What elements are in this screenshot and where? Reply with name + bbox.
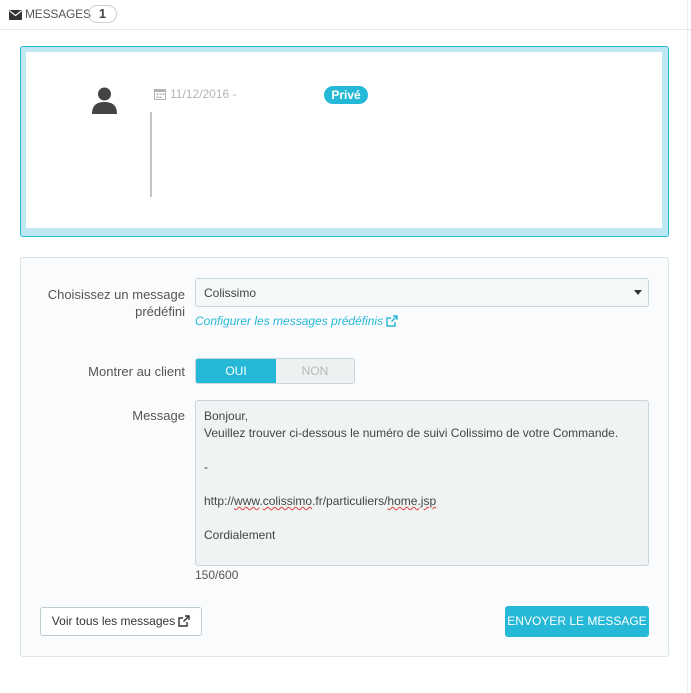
character-counter: 150/600 [195,568,239,582]
message-label: Message [132,408,185,423]
private-badge: Privé [324,86,368,104]
message-date: 11/12/2016 - [170,87,237,101]
external-link-icon [386,315,398,327]
message-timeline-line [150,112,152,197]
toggle-oui-option[interactable]: OUI [196,359,276,383]
message-text-line: http://www.colissimo.fr/particuliers/hom… [204,494,437,508]
predefined-message-select[interactable]: Colissimo [195,278,649,307]
message-text-line [204,442,640,459]
message-text-line: Cordialement [204,528,276,542]
message-textarea[interactable]: Bonjour, Veuillez trouver ci-dessous le n… [195,400,649,566]
view-all-messages-label: Voir tous les messages [51,614,176,628]
view-all-messages-button[interactable]: Voir tous les messages [40,607,202,636]
send-message-button[interactable]: ENVOYER LE MESSAGE [505,606,649,637]
configure-messages-link-label: Configurer les messages prédéfinis [195,314,384,328]
predefined-message-value: Colissimo [204,286,257,300]
predefined-message-label: Choisissez un message prédéfini [47,287,185,319]
show-client-toggle[interactable]: OUI NON [195,358,355,384]
message-text-line [204,510,640,527]
calendar-icon [154,89,166,100]
caret-down-icon [634,290,642,295]
configure-messages-link[interactable]: Configurer les messages prédéfinis [195,314,398,328]
message-text-line: Veuillez trouver ci-dessous le numéro de… [204,426,619,440]
message-count-badge: 1 [88,5,117,23]
message-text-line: - [204,460,208,474]
envelope-icon [9,10,22,20]
message-text-line: Bonjour, [204,409,249,423]
header-title: MESSAGES [25,7,91,21]
message-text-line [204,476,640,493]
user-icon [92,87,117,114]
toggle-non-option[interactable]: NON [276,359,354,383]
messages-header: MESSAGES 1 [0,0,691,30]
external-link-icon [178,615,190,627]
show-client-label: Montrer au client [88,364,185,379]
message-thread-body [26,52,662,228]
panel-divider [687,0,688,693]
